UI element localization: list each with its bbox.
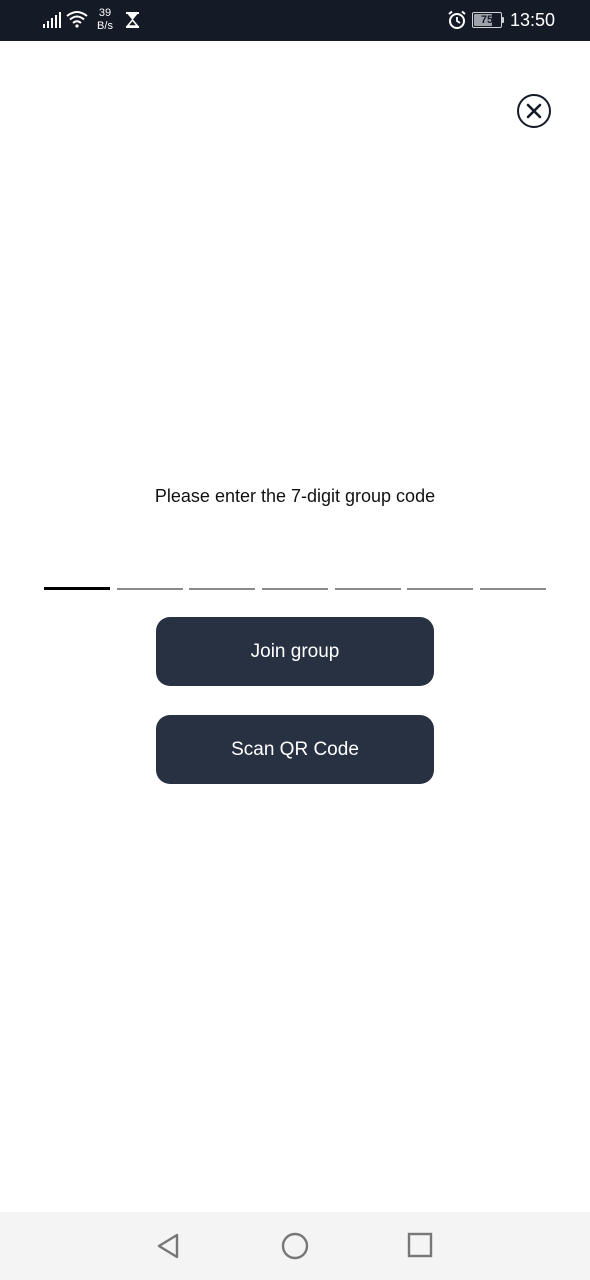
scan-qr-code-button[interactable]: Scan QR Code (156, 715, 434, 784)
close-icon (526, 103, 542, 119)
network-speed: 39 B/s (92, 7, 118, 33)
battery-icon: 75 (472, 12, 508, 28)
home-icon[interactable] (280, 1231, 310, 1261)
code-digit-slot[interactable] (334, 560, 401, 590)
navigation-bar (0, 1212, 590, 1280)
code-digit-slot[interactable] (479, 560, 546, 590)
close-button[interactable] (517, 94, 551, 128)
battery-level: 75 (480, 14, 494, 26)
group-code-input[interactable] (44, 560, 546, 590)
join-group-button[interactable]: Join group (156, 617, 434, 686)
alarm-icon (448, 10, 466, 29)
code-digit-slot[interactable] (116, 560, 183, 590)
code-digit-slot[interactable] (44, 560, 110, 590)
status-time: 13:50 (510, 10, 556, 30)
code-digit-slot[interactable] (189, 560, 256, 590)
status-bar: 39 B/s 75 13:50 (0, 0, 590, 41)
back-icon[interactable] (155, 1232, 181, 1260)
recents-icon[interactable] (407, 1232, 433, 1258)
code-prompt: Please enter the 7-digit group code (154, 486, 436, 506)
code-digit-slot[interactable] (261, 560, 328, 590)
network-speed-unit: B/s (97, 20, 113, 32)
signal-icon (43, 12, 61, 28)
code-digit-slot[interactable] (407, 560, 474, 590)
hourglass-icon (126, 12, 139, 28)
wifi-icon (66, 11, 88, 28)
network-speed-value: 39 (98, 7, 112, 19)
